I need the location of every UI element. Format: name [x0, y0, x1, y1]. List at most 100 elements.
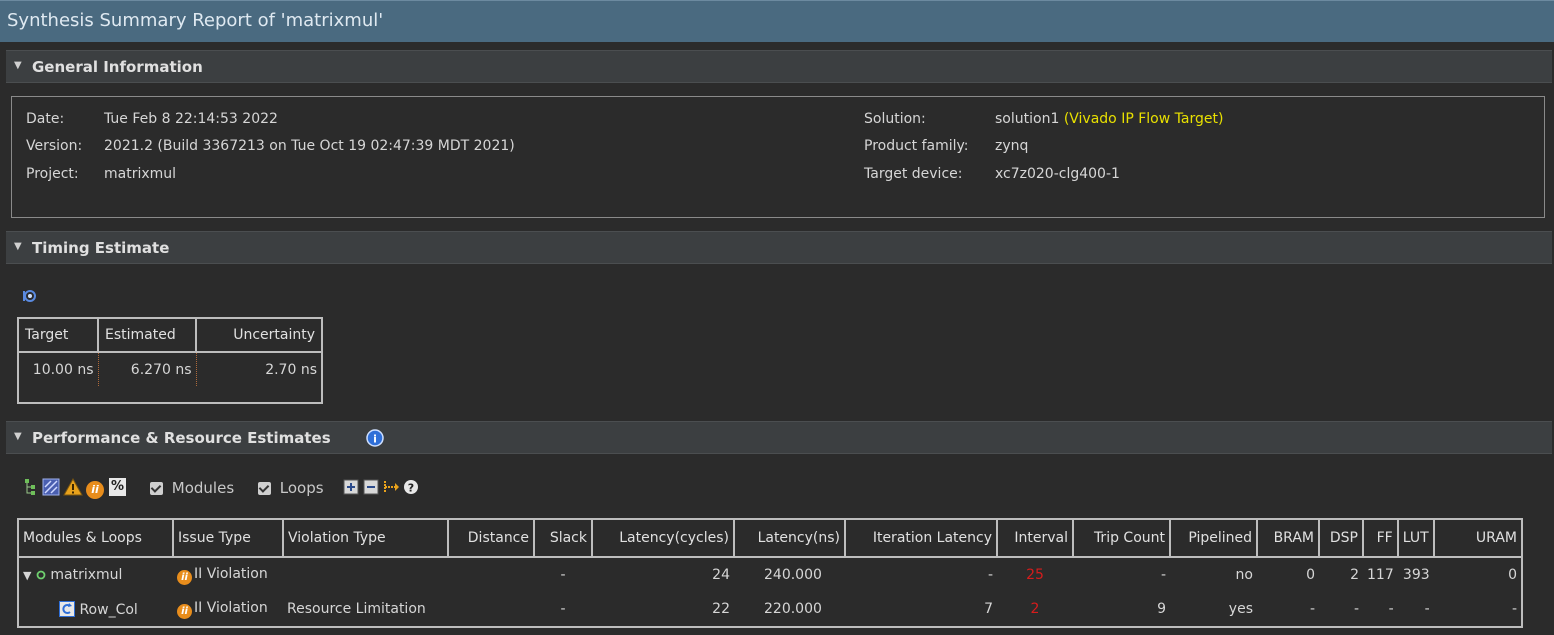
date-row: Date: Tue Feb 8 22:14:53 2022	[26, 111, 278, 127]
checkbox-icon[interactable]	[150, 482, 163, 495]
loops-checkbox[interactable]: Loops	[258, 479, 324, 497]
ii-violation-filter-icon[interactable]: ii	[86, 479, 106, 499]
general-info-panel: Date: Tue Feb 8 22:14:53 2022 Version: 202…	[11, 96, 1545, 218]
pipelined-cell: yes	[1228, 601, 1253, 617]
help-icon[interactable]: ?	[403, 479, 419, 495]
family-value: zynq	[995, 138, 1029, 154]
ii-violation-icon: ii	[177, 603, 192, 619]
issue-type: II Violation	[194, 565, 268, 582]
solution-target: (Vivado IP Flow Target)	[1063, 111, 1224, 127]
modules-checkbox[interactable]: Modules	[150, 479, 234, 497]
issue-type-cell: ii II Violation	[173, 557, 283, 592]
date-value: Tue Feb 8 22:14:53 2022	[104, 111, 278, 127]
device-value: xc7z020-clg400-1	[995, 166, 1120, 182]
col-header-pipelined[interactable]: Pipelined	[1170, 519, 1258, 558]
device-label: Target device:	[864, 166, 963, 182]
col-header-violation-type[interactable]: Violation Type	[283, 519, 449, 558]
latency-ns-cell: 240.000	[764, 567, 822, 583]
ff-cell: 117	[1367, 567, 1394, 583]
col-header-interval[interactable]: Interval	[997, 519, 1074, 558]
solution-row: Solution: solution1 (Vivado IP Flow Targe…	[864, 111, 1223, 127]
collapse-all-icon[interactable]	[363, 479, 379, 495]
col-header-distance[interactable]: Distance	[448, 519, 535, 558]
col-header-uram[interactable]: URAM	[1433, 519, 1522, 558]
loop-name-cell[interactable]: Row_Col	[18, 592, 173, 627]
info-icon[interactable]: i	[366, 429, 384, 447]
latency-cycles-cell: 22	[712, 601, 730, 617]
device-row: Target device: xc7z020-clg400-1	[864, 166, 1120, 182]
interval-cell: 2	[1030, 601, 1040, 617]
slack-cell: -	[560, 601, 566, 617]
col-header-iteration-latency[interactable]: Iteration Latency	[845, 519, 998, 558]
module-name: matrixmul	[50, 567, 123, 583]
trip-count-cell: -	[1160, 567, 1166, 583]
report-title-bar: Synthesis Summary Report of 'matrixmul'	[0, 0, 1554, 42]
timing-target-value: 10.00 ns	[18, 352, 99, 387]
section-title-timing: Timing Estimate	[32, 239, 170, 257]
performance-table: Modules & Loops Issue Type Violation Typ…	[17, 518, 1523, 628]
section-header-general[interactable]: ▼ General Information	[6, 50, 1552, 83]
section-header-performance[interactable]: ▼ Performance & Resource Estimates i	[6, 421, 1552, 454]
module-name-cell[interactable]: ▼ matrixmul	[18, 557, 173, 592]
loop-icon	[59, 600, 75, 617]
iteration-latency-cell: 7	[984, 601, 993, 617]
goto-source-icon[interactable]	[383, 479, 399, 495]
version-row: Version: 2021.2 (Build 3367213 on Tue Oct…	[26, 138, 515, 154]
svg-text:i: i	[373, 433, 377, 446]
slack-cell: -	[560, 567, 566, 583]
timing-view-icon[interactable]	[22, 289, 38, 303]
trip-count-cell: 9	[1157, 601, 1166, 617]
timing-table: Target Estimated Uncertainty 10.00 ns 6.…	[17, 317, 323, 404]
collapse-triangle-icon[interactable]: ▼	[14, 60, 22, 71]
iteration-latency-cell: -	[987, 567, 993, 583]
section-header-timing[interactable]: ▼ Timing Estimate	[6, 231, 1552, 264]
timing-uncertainty-value: 2.70 ns	[265, 361, 317, 378]
version-label: Version:	[26, 138, 83, 154]
family-label: Product family:	[864, 138, 969, 154]
issue-type: II Violation	[194, 599, 268, 616]
timing-header-estimated[interactable]: Estimated	[98, 318, 197, 353]
latency-cycles-cell: 24	[712, 567, 730, 583]
table-row-row-col[interactable]: Row_Col ii II Violation Resource Limitati…	[18, 592, 1522, 627]
timing-header-target[interactable]: Target	[18, 318, 99, 353]
dsp-cell: -	[1353, 601, 1359, 617]
col-header-lut[interactable]: LUT	[1397, 519, 1435, 558]
svg-text:?: ?	[408, 482, 414, 495]
distance-cell	[448, 557, 534, 592]
section-title-general: General Information	[32, 58, 203, 76]
collapse-triangle-icon[interactable]: ▼	[14, 431, 22, 442]
percent-toggle-icon[interactable]: %	[109, 478, 127, 496]
col-header-bram[interactable]: BRAM	[1257, 519, 1320, 558]
table-row-matrixmul[interactable]: ▼ matrixmul ii II Violation - 24 240.000 …	[18, 557, 1522, 592]
col-header-latency-cycles[interactable]: Latency(cycles)	[592, 519, 735, 558]
family-row: Product family: zynq	[864, 138, 1028, 154]
checkbox-icon[interactable]	[258, 482, 271, 495]
hierarchy-icon[interactable]	[22, 478, 38, 496]
solution-label: Solution:	[864, 111, 926, 127]
dsp-cell: 2	[1350, 567, 1359, 583]
expand-all-icon[interactable]	[343, 479, 359, 495]
col-header-issue-type[interactable]: Issue Type	[173, 519, 284, 558]
interval-cell: 25	[1026, 567, 1044, 583]
col-header-trip-count[interactable]: Trip Count	[1073, 519, 1171, 558]
col-header-latency-ns[interactable]: Latency(ns)	[734, 519, 846, 558]
col-header-modules-loops[interactable]: Modules & Loops	[18, 519, 174, 558]
schedule-viewer-icon[interactable]	[42, 478, 60, 496]
collapse-triangle-icon[interactable]: ▼	[14, 241, 22, 252]
latency-ns-cell: 220.000	[764, 601, 822, 617]
uram-cell: -	[1511, 601, 1517, 617]
expand-triangle-icon[interactable]: ▼	[23, 569, 31, 582]
modules-label: Modules	[171, 479, 235, 497]
date-label: Date:	[26, 111, 65, 127]
loops-label: Loops	[279, 479, 324, 497]
lut-cell: -	[1424, 601, 1430, 617]
col-header-slack[interactable]: Slack	[534, 519, 593, 558]
issue-type-cell: ii II Violation	[173, 592, 283, 627]
col-header-ff[interactable]: FF	[1363, 519, 1399, 558]
lut-cell: 393	[1402, 567, 1430, 583]
version-value: 2021.2 (Build 3367213 on Tue Oct 19 02:4…	[104, 138, 515, 154]
ff-cell: -	[1388, 601, 1394, 617]
col-header-dsp[interactable]: DSP	[1319, 519, 1364, 558]
timing-header-uncertainty[interactable]: Uncertainty	[196, 318, 322, 353]
warning-icon[interactable]	[63, 478, 83, 496]
